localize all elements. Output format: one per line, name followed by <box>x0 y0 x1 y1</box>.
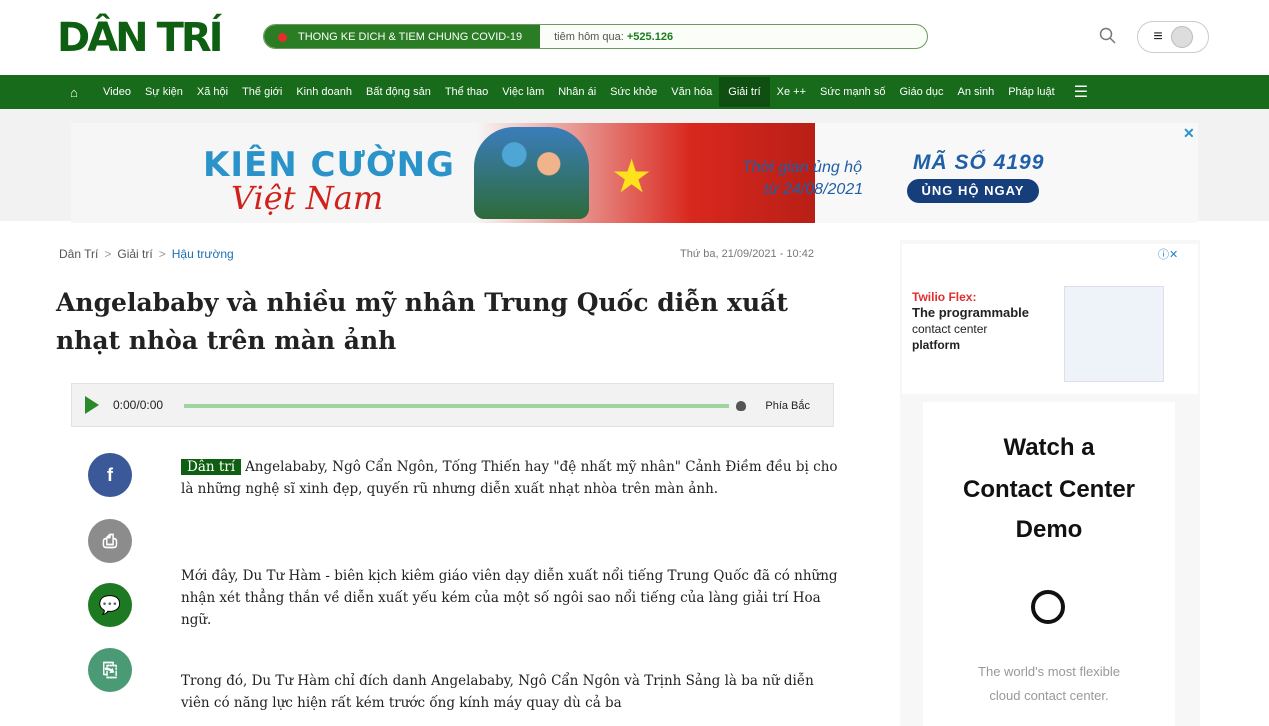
site-logo[interactable]: DÂN TRÍ <box>57 16 229 61</box>
home-icon[interactable]: ⌂ <box>70 85 90 100</box>
top-header: DÂN TRÍ THONG KE DICH & TIEM CHUNG COVID… <box>0 0 1269 75</box>
nav-item-xa-hoi[interactable]: Xã hội <box>190 86 235 98</box>
ad2-line1: Watch a <box>1003 434 1095 461</box>
ad-time-line1: Thời gian ủng hộ <box>742 159 862 176</box>
nav-item-suc-khoe[interactable]: Sức khỏe <box>603 86 664 98</box>
ad-strip: KIÊN CƯỜNG Việt Nam ★ Thời gian ủng hộ t… <box>0 109 1269 223</box>
sidebar-ad-twilio[interactable]: ⓘ✕ Twilio Flex: The programmable contact… <box>902 244 1198 394</box>
covid-title: THONG KE DICH & TIEM CHUNG COVID-19 <box>264 25 541 48</box>
sidebar: ⓘ✕ Twilio Flex: The programmable contact… <box>900 240 1200 726</box>
nav-item-su-kien[interactable]: Sự kiện <box>138 86 190 98</box>
chevron-right-icon: > <box>104 247 112 261</box>
nav-item-suc-manh-so[interactable]: Sức mạnh số <box>813 86 892 98</box>
ad-choices-icon[interactable]: ⓘ✕ <box>1158 246 1178 262</box>
ad-code: MÃ SỐ 4199 <box>913 151 1045 174</box>
source-badge: Dân trí <box>181 459 242 475</box>
publish-date: Thứ ba, 21/09/2021 - 10:42 <box>680 248 814 260</box>
avatar <box>1170 26 1193 48</box>
ad2-line2: Contact Center <box>962 476 1136 503</box>
comment-icon[interactable]: 💬 <box>88 583 132 627</box>
twilio-logo-icon <box>1031 590 1065 624</box>
nav-item-the-gioi[interactable]: Thế giới <box>235 86 289 98</box>
ad-brand-subtitle: Việt Nam <box>231 179 384 217</box>
facebook-share-icon[interactable]: f <box>88 453 132 497</box>
nav-item-nhan-ai[interactable]: Nhân ái <box>551 86 603 98</box>
audio-progress-track[interactable] <box>184 404 729 408</box>
voice-select[interactable]: Phía Bắc <box>724 395 816 417</box>
ad2-line3: Demo <box>1015 516 1083 543</box>
nav-item-video[interactable]: Video <box>96 86 138 98</box>
close-icon[interactable]: ✕ <box>1183 125 1195 142</box>
breadcrumb-home[interactable]: Dân Trí <box>59 247 98 261</box>
nav-item-kinh-doanh[interactable]: Kinh doanh <box>289 86 359 98</box>
ad1-line2: contact center <box>912 322 988 336</box>
ad1-screenshot <box>1064 286 1164 382</box>
sidebar-ad-demo[interactable]: Watch a Contact Center Demo The world's … <box>923 402 1175 726</box>
article-title: Angelababy và nhiều mỹ nhân Trung Quốc d… <box>56 288 788 355</box>
nav-item-giao-duc[interactable]: Giáo dục <box>892 86 950 98</box>
nav-item-an-sinh[interactable]: An sinh <box>951 86 1002 98</box>
ad2-tagline-2: cloud contact center. <box>989 688 1109 703</box>
menu-icon: ≡ <box>1153 28 1163 45</box>
ad-time-line2: từ 24/08/2021 <box>764 181 864 198</box>
breadcrumb-current[interactable]: Hậu trường <box>172 247 234 261</box>
ad-illustration <box>474 127 589 219</box>
live-dot-icon <box>278 33 287 42</box>
star-icon: ★ <box>611 150 653 202</box>
article-paragraph-3: Trong đó, Du Tư Hàm chỉ đích danh Angela… <box>181 673 814 711</box>
nav-item-xe[interactable]: Xe ++ <box>770 86 813 98</box>
user-menu-button[interactable]: ≡ <box>1137 21 1209 53</box>
print-icon[interactable]: ⎙ <box>88 519 132 563</box>
ad1-brand: Twilio Flex: <box>912 290 977 304</box>
breadcrumb-category[interactable]: Giải trí <box>117 247 152 261</box>
hamburger-icon[interactable]: ☰ <box>1074 82 1088 102</box>
covid-stat: tiêm hôm qua: +525.126 <box>554 30 674 43</box>
nav-item-van-hoa[interactable]: Văn hóa <box>664 86 719 98</box>
main-nav: ⌂ Video Sự kiện Xã hội Thế giới Kinh doa… <box>0 75 1269 109</box>
nav-item-phap-luat[interactable]: Pháp luật <box>1001 86 1061 98</box>
ad2-tagline-1: The world's most flexible <box>978 664 1120 679</box>
nav-item-bat-dong-san[interactable]: Bất động sản <box>359 86 438 98</box>
covid-ticker[interactable]: THONG KE DICH & TIEM CHUNG COVID-19 tiêm… <box>263 24 928 49</box>
search-icon[interactable] <box>1099 27 1117 45</box>
donate-button[interactable]: ỦNG HỘ NGAY <box>907 179 1039 203</box>
play-icon[interactable] <box>85 396 99 414</box>
nav-item-the-thao[interactable]: Thể thao <box>438 86 495 98</box>
ad1-line3: platform <box>912 338 960 352</box>
audio-player: 0:00/0:00 Phía Bắc <box>71 383 834 427</box>
article-paragraph-1: Dân trí Angelababy, Ngô Cẩn Ngôn, Tống Th… <box>181 459 838 497</box>
chevron-right-icon: > <box>158 247 166 261</box>
nav-item-viec-lam[interactable]: Việc làm <box>495 86 551 98</box>
breadcrumb: Dân Trí > Giải trí > Hậu trường <box>59 247 234 261</box>
ad1-line1: The programmable <box>912 305 1030 320</box>
nav-item-giai-tri[interactable]: Giải trí <box>719 77 770 107</box>
campaign-banner[interactable]: KIÊN CƯỜNG Việt Nam ★ Thời gian ủng hộ t… <box>71 123 1198 223</box>
copy-link-icon[interactable]: ⎘ <box>88 648 132 692</box>
audio-time: 0:00/0:00 <box>113 398 164 412</box>
article-paragraph-2: Mới đây, Du Tư Hàm - biên kịch kiêm giáo… <box>181 568 838 628</box>
